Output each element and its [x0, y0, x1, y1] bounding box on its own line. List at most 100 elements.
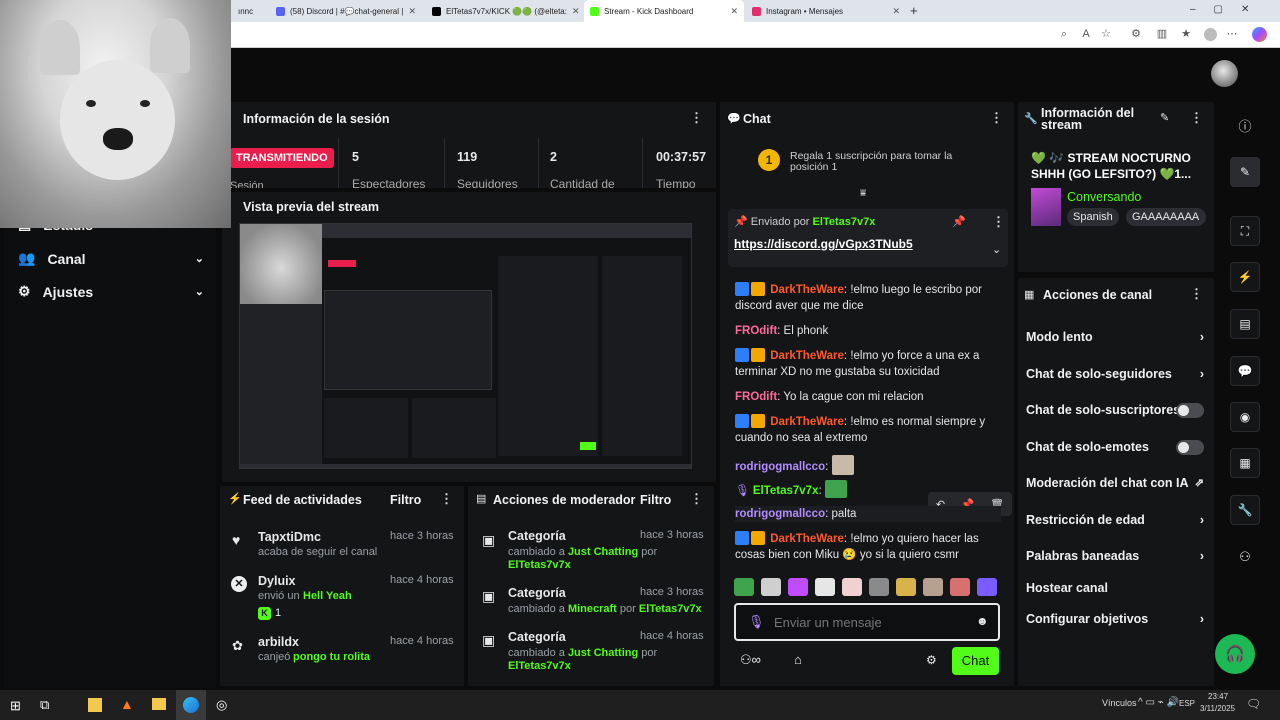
- close-tab-icon[interactable]: ✕: [730, 6, 738, 17]
- unpin-icon[interactable]: 📌: [952, 215, 966, 228]
- split-icon[interactable]: ▥: [1156, 28, 1168, 40]
- chat-message-input[interactable]: [774, 612, 974, 632]
- window-controls[interactable]: –▢✕: [1190, 4, 1267, 15]
- user-avatar[interactable]: [1211, 60, 1238, 87]
- edit-pencil-icon[interactable]: ✎: [1160, 111, 1169, 124]
- broadcast-icon[interactable]: ◉: [1230, 402, 1260, 432]
- clock-date[interactable]: 3/11/2025: [1200, 704, 1235, 713]
- chat-message[interactable]: DarkTheWare: !elmo es normal siempre y c…: [735, 414, 1001, 446]
- sidebar-item-canal[interactable]: 👥 Canal ⌄: [18, 250, 204, 267]
- sidebar-item-ajustes[interactable]: ⚙ Ajustes ⌄: [18, 283, 204, 300]
- emote-icon[interactable]: [869, 578, 889, 596]
- close-tab-icon[interactable]: ✕: [408, 6, 416, 17]
- lightning-icon[interactable]: ⚡: [1230, 262, 1260, 292]
- browser-tab-discord[interactable]: (58) Discord | #💬chat-general | ✕: [270, 0, 422, 22]
- moderator-name[interactable]: ElTetas7v7x: [639, 603, 702, 615]
- filter-button[interactable]: Filtro: [640, 493, 671, 507]
- support-headset-button[interactable]: 🎧: [1215, 634, 1255, 674]
- more-options-icon[interactable]: ⋮: [990, 110, 1003, 126]
- emote-icon[interactable]: [761, 578, 781, 596]
- edge-taskbar-item[interactable]: [176, 690, 206, 720]
- notifications-icon[interactable]: 🗨: [1246, 697, 1261, 711]
- pinned-user[interactable]: ElTetas7v7x: [813, 216, 876, 228]
- emotes-only-toggle[interactable]: [1176, 440, 1204, 455]
- chat-message[interactable]: DarkTheWare: !elmo luego le escribo por …: [735, 282, 1001, 314]
- copilot-icon[interactable]: [1252, 27, 1267, 42]
- moderator-name[interactable]: ElTetas7v7x: [508, 559, 571, 571]
- chat-username[interactable]: DarkTheWare: [770, 284, 844, 296]
- emote-icon[interactable]: [950, 578, 970, 596]
- profile-avatar[interactable]: [1204, 28, 1217, 41]
- tag-chip[interactable]: GAAAAAAAA: [1126, 208, 1206, 226]
- chat-username[interactable]: ElTetas7v7x: [753, 485, 819, 497]
- action-followers-only[interactable]: Chat de solo-seguidores ›: [1026, 367, 1204, 381]
- action-ai-moderation[interactable]: Moderación del chat con IA ⇗: [1026, 476, 1204, 490]
- chat-message[interactable]: DarkTheWare: !elmo yo force a una ex a t…: [735, 348, 1001, 380]
- more-options-icon[interactable]: ⋮: [690, 110, 703, 126]
- more-options-icon[interactable]: ⋮: [1190, 286, 1203, 302]
- info-icon[interactable]: ⓘ: [1230, 110, 1260, 140]
- server-icon[interactable]: ▦: [1230, 448, 1260, 478]
- obs-icon[interactable]: ◎: [216, 697, 227, 713]
- activity-user[interactable]: TapxtiDmc: [258, 530, 321, 544]
- wrench-icon[interactable]: 🔧: [1230, 495, 1260, 525]
- read-aloud-icon[interactable]: A: [1080, 28, 1092, 40]
- chat-message-hovered[interactable]: rodrigogmallcco: palta: [735, 506, 1001, 522]
- action-banned-words[interactable]: Palabras baneadas ›: [1026, 549, 1204, 563]
- category-thumbnail[interactable]: [1031, 188, 1061, 226]
- emote-icon[interactable]: [896, 578, 916, 596]
- browser-tab-instagram[interactable]: Instagram • Mensajes ✕: [746, 0, 906, 22]
- send-chat-button[interactable]: Chat: [952, 647, 999, 675]
- action-configure-goals[interactable]: Configurar objetivos ›: [1026, 612, 1204, 626]
- chat-username[interactable]: rodrigogmallcco: [735, 508, 825, 520]
- activity-user[interactable]: arbildx: [258, 635, 299, 649]
- task-view-icon[interactable]: ⧉: [40, 697, 49, 713]
- start-button[interactable]: ⊞: [10, 698, 21, 714]
- action-age-restriction[interactable]: Restricción de edad ›: [1026, 513, 1204, 527]
- more-options-icon[interactable]: ⋮: [1190, 110, 1203, 126]
- filter-button[interactable]: Filtro: [390, 493, 421, 507]
- chevron-down-icon[interactable]: ⌄: [992, 243, 1001, 256]
- chat-message[interactable]: rodrigogmallcco:: [735, 455, 1001, 475]
- emote-icon[interactable]: [788, 578, 808, 596]
- favorites-icon[interactable]: ★: [1180, 28, 1192, 40]
- kick-points-icon[interactable]: ⚇: [1230, 542, 1260, 572]
- browser-tab-kick-dashboard[interactable]: Stream - Kick Dashboard ✕: [584, 0, 744, 22]
- action-host-channel[interactable]: Hostear canal: [1026, 581, 1204, 595]
- extensions-icon[interactable]: ⚙: [1130, 28, 1142, 40]
- chat-username[interactable]: FROdift: [735, 325, 777, 337]
- close-tab-icon[interactable]: ✕: [892, 6, 900, 17]
- emote-icon[interactable]: [977, 578, 997, 596]
- browser-tab-tiktok[interactable]: ElTetas7v7x/KICK 🟢🟢 (@elteta: ✕: [426, 0, 580, 22]
- subscribers-only-toggle[interactable]: [1176, 403, 1204, 418]
- chat-message[interactable]: DarkTheWare: !elmo yo quiero hacer las c…: [735, 531, 1001, 563]
- close-tab-icon[interactable]: ✕: [572, 6, 580, 17]
- gift-sub-prompt[interactable]: Regala 1 suscripción para tomar la posic…: [790, 151, 970, 173]
- kick-points-icon[interactable]: ⚇∞: [740, 652, 761, 668]
- chat-username[interactable]: DarkTheWare: [770, 416, 844, 428]
- screen-capture-icon[interactable]: ⛶: [1230, 216, 1260, 246]
- new-tab-button[interactable]: +: [910, 3, 918, 18]
- chat-settings-icon[interactable]: ⚙: [926, 653, 937, 667]
- tray-icons[interactable]: ^ ▭ ⌁ 🔊: [1138, 697, 1179, 708]
- stream-preview-video[interactable]: [239, 223, 692, 469]
- document-icon[interactable]: ▤: [1230, 309, 1260, 339]
- pinned-link[interactable]: https://discord.gg/vGpx3TNub5: [734, 237, 913, 251]
- clock-time[interactable]: 23:47: [1208, 692, 1228, 701]
- emote-icon[interactable]: [734, 578, 754, 596]
- more-options-icon[interactable]: ⋮: [992, 214, 1005, 230]
- zoom-icon[interactable]: ⌕: [1058, 28, 1070, 40]
- action-slow-mode[interactable]: Modo lento ›: [1026, 330, 1204, 344]
- browser-tab[interactable]: ınnc: [232, 0, 268, 22]
- chat-username[interactable]: rodrigogmallcco: [735, 461, 825, 473]
- sticky-notes-icon[interactable]: [88, 698, 102, 712]
- activity-user[interactable]: Dyluix: [258, 574, 296, 588]
- emoji-picker-icon[interactable]: ☻: [976, 614, 989, 628]
- tray-label[interactable]: Vínculos: [1102, 698, 1137, 708]
- chat-message[interactable]: FROdift: Yo la cague con mi relacion: [735, 389, 1001, 405]
- chat-bubble-icon[interactable]: 💬: [1230, 356, 1260, 386]
- scroll-down-icon[interactable]: ⩸: [860, 188, 866, 199]
- app-icon[interactable]: ▲: [120, 696, 134, 712]
- emote-icon[interactable]: [923, 578, 943, 596]
- chat-message[interactable]: FROdift: El phonk: [735, 323, 1001, 339]
